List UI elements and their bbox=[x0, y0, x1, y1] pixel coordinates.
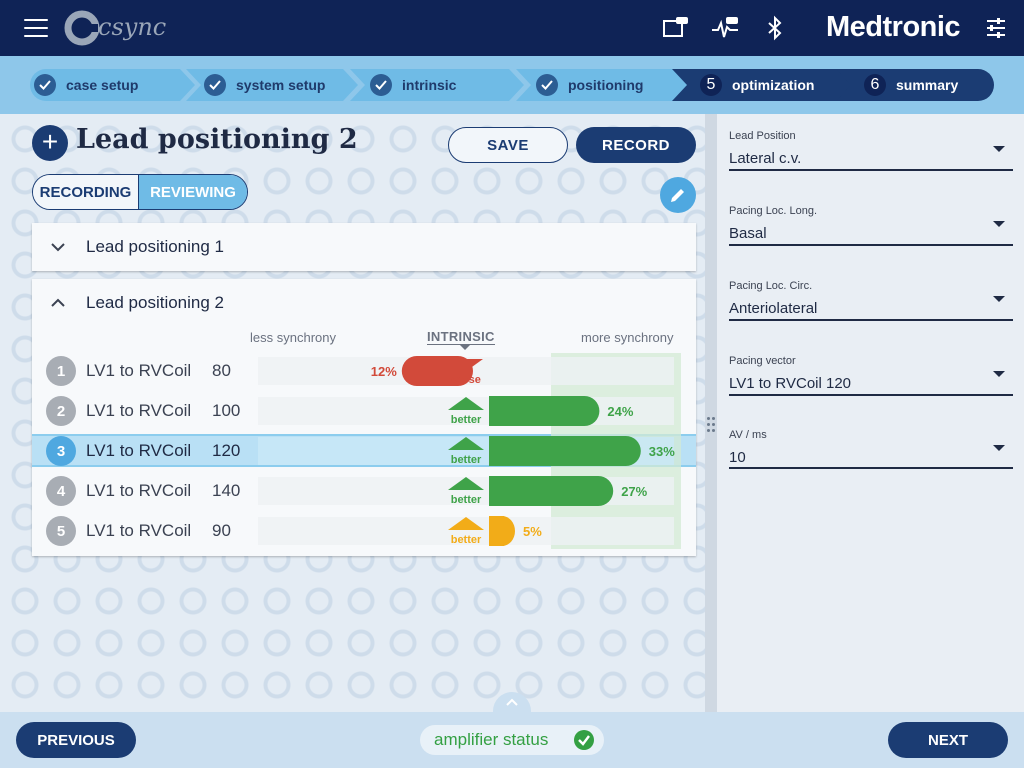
dropdown-field[interactable]: Lead Position Lateral c.v. bbox=[729, 130, 1013, 172]
panel-divider[interactable] bbox=[705, 114, 717, 712]
bar-percent-label: 12% bbox=[371, 364, 397, 379]
drag-grip-icon[interactable] bbox=[707, 417, 715, 433]
step-summary[interactable]: 6 summary bbox=[836, 69, 994, 101]
previous-button[interactable]: PREVIOUS bbox=[16, 722, 136, 758]
settings-sliders-icon[interactable] bbox=[984, 16, 1008, 40]
better-label: better bbox=[451, 454, 482, 466]
bar-percent-label: 27% bbox=[621, 484, 647, 499]
synchrony-bars: 12% worse 24% better 33% better 27% better 5% bet… bbox=[258, 353, 681, 549]
bar-better bbox=[489, 476, 614, 506]
check-icon bbox=[574, 730, 594, 750]
better-label: better bbox=[451, 494, 482, 506]
dropdown-arrow-icon bbox=[993, 371, 1005, 377]
field-underline bbox=[729, 244, 1013, 246]
field-label: Pacing vector bbox=[729, 355, 796, 367]
bar-better bbox=[489, 436, 641, 466]
field-label: Pacing Loc. Long. bbox=[729, 205, 818, 217]
step-label: summary bbox=[896, 77, 959, 93]
field-underline bbox=[729, 467, 1013, 469]
field-underline bbox=[729, 169, 1013, 171]
amplifier-status-label: amplifier status bbox=[434, 730, 549, 749]
field-value: Lateral c.v. bbox=[729, 150, 802, 167]
bar-percent-label: 33% bbox=[649, 444, 675, 459]
better-label: better bbox=[451, 534, 482, 546]
field-value: Anteriolateral bbox=[729, 300, 818, 317]
dropdown-field[interactable]: Pacing Loc. Long. Basal bbox=[729, 205, 1013, 247]
amplifier-status[interactable]: amplifier status bbox=[420, 725, 604, 755]
ecg-monitor-icon[interactable] bbox=[710, 15, 740, 41]
bar-better-cap bbox=[489, 436, 504, 466]
field-value: Basal bbox=[729, 225, 767, 242]
bar-worse-cap bbox=[441, 356, 445, 386]
bar-percent-label: 24% bbox=[607, 404, 633, 419]
chevron-up-icon bbox=[506, 698, 518, 706]
bar-better-cap bbox=[489, 396, 504, 426]
dropdown-field[interactable]: AV / ms 10 bbox=[729, 429, 1013, 471]
field-label: Lead Position bbox=[729, 130, 796, 142]
next-button[interactable]: NEXT bbox=[888, 722, 1008, 758]
field-label: Pacing Loc. Circ. bbox=[729, 280, 813, 292]
bar-percent-label: 5% bbox=[523, 524, 542, 539]
dropdown-arrow-icon bbox=[993, 445, 1005, 451]
bluetooth-icon[interactable] bbox=[760, 15, 790, 41]
step-number: 6 bbox=[864, 74, 886, 96]
dropdown-field[interactable]: Pacing Loc. Circ. Anteriolateral bbox=[729, 280, 1013, 322]
bar-better-cap bbox=[489, 516, 504, 546]
worse-label: worse bbox=[448, 374, 481, 386]
brand-name: Medtronic bbox=[826, 11, 961, 43]
bar-better bbox=[489, 396, 600, 426]
field-value: 10 bbox=[729, 449, 746, 466]
dropdown-arrow-icon bbox=[993, 146, 1005, 152]
dropdown-arrow-icon bbox=[993, 221, 1005, 227]
dropdown-field[interactable]: Pacing vector LV1 to RVCoil 120 bbox=[729, 355, 1013, 397]
bar-better-cap bbox=[489, 476, 504, 506]
field-label: AV / ms bbox=[729, 429, 767, 441]
field-underline bbox=[729, 319, 1013, 321]
dropdown-arrow-icon bbox=[993, 296, 1005, 302]
step-label: optimization bbox=[732, 77, 815, 93]
field-underline bbox=[729, 394, 1013, 396]
details-panel bbox=[717, 114, 1024, 712]
better-label: better bbox=[451, 414, 482, 426]
field-value: LV1 to RVCoil 120 bbox=[729, 375, 852, 392]
